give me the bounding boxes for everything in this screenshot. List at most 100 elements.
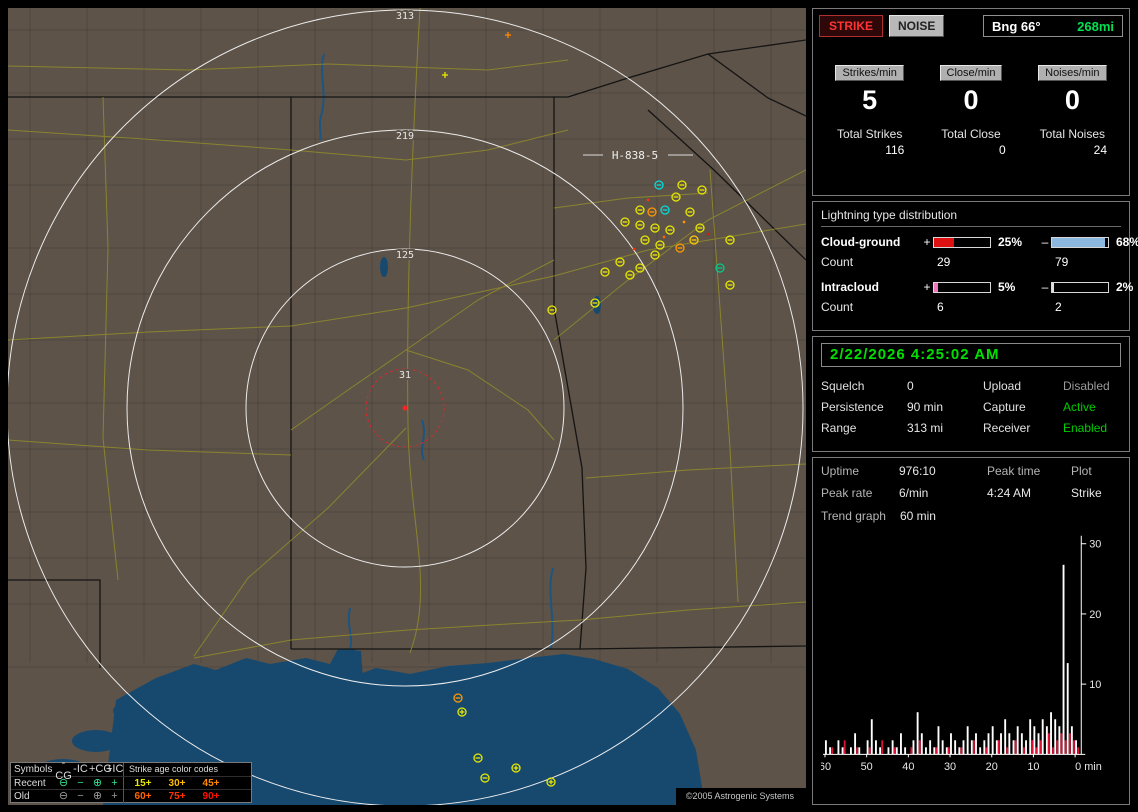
ic-minus-percent: 2% (1116, 280, 1134, 294)
trend-bar (979, 747, 982, 755)
minus-icon: − (77, 776, 84, 789)
age-90: 90+ (202, 790, 220, 802)
trend-bar (910, 747, 913, 755)
trend-bar (900, 733, 902, 755)
ring-label-313: 313 (396, 11, 414, 22)
x-tick-label: 10 (1027, 761, 1039, 773)
trend-bar (1050, 712, 1052, 755)
trend-bar (916, 712, 919, 755)
trend-bar (1000, 733, 1002, 755)
range-value: 313 mi (907, 421, 944, 435)
ic-plus-bar (933, 281, 991, 293)
trend-bar (887, 747, 890, 755)
x-tick-label: 40 (902, 761, 914, 773)
circle-plus-icon: ⊕ (92, 789, 103, 802)
legend-header-row: Symbols -CG -IC +CG +IC Strike age color… (11, 757, 251, 782)
strike-marker (662, 235, 666, 239)
x-tick-label: 60 (821, 761, 831, 773)
count-label: Count (821, 300, 854, 314)
trend-bar (1075, 740, 1077, 755)
trend-graph-header: Trend graph 60 min (821, 509, 1121, 523)
trend-bar (962, 740, 965, 755)
trend-bar (1031, 740, 1034, 755)
status-section: 2/22/2026 4:25:02 AM Squelch 0 Upload Di… (812, 336, 1130, 452)
trend-bar (837, 740, 840, 755)
ic-minus-bar (1051, 281, 1109, 293)
bearing-distance: 268mi (1077, 18, 1114, 34)
trend-bar (1004, 719, 1007, 755)
trend-bar (1039, 740, 1042, 755)
trend-bar (1006, 747, 1009, 755)
peak-rate-label: Peak rate (821, 486, 873, 500)
noise-mode-button[interactable]: NOISE (889, 15, 945, 37)
trend-bar (866, 740, 869, 755)
noises-per-min-button[interactable]: Noises/min (1038, 65, 1107, 81)
age-30: 30+ (168, 777, 186, 789)
trend-bar (991, 726, 994, 755)
mode-toolbar: STRIKE NOISE Bng 66° 268mi (819, 15, 1123, 37)
stats-grid: Uptime 976:10 Peak time Plot Peak rate 6… (821, 464, 1121, 500)
cg-minus-count: 79 (1055, 255, 1069, 269)
trend-bar (1077, 747, 1080, 755)
squelch-label: Squelch (821, 379, 865, 393)
rates-grid: Strikes/min 5 Total Strikes 116 Close/mi… (819, 65, 1123, 157)
legend-symbols-title: Symbols (14, 764, 53, 775)
x-tick-label: 20 (986, 761, 998, 773)
plot-label: Plot (1071, 464, 1092, 478)
ic-plus-count: 6 (937, 300, 944, 314)
y-tick-label: 20 (1089, 609, 1101, 621)
trend-bar (925, 747, 927, 755)
upload-label: Upload (983, 379, 1022, 393)
trend-bar (1066, 663, 1069, 755)
minus-icon: − (77, 789, 84, 802)
ring-label-31: 31 (399, 370, 411, 381)
trend-bar (1037, 733, 1040, 755)
trend-bar (1041, 719, 1044, 755)
copyright-notice: ©2005 Astrogenic Systems (675, 788, 806, 805)
strike-mode-button[interactable]: STRIKE (819, 15, 884, 37)
trend-bar (937, 726, 940, 755)
strike-marker (706, 232, 710, 236)
age-15: 15+ (134, 777, 152, 789)
trend-bar (958, 747, 961, 755)
x-tick-label: 50 (861, 761, 873, 773)
distribution-section: Lightning type distribution Cloud-ground… (812, 201, 1138, 331)
age-60: 60+ (134, 790, 152, 802)
plus-sign: + (923, 280, 931, 294)
trend-bar (933, 747, 936, 755)
cloud-ground-count-row: Count 29 79 (821, 252, 1121, 272)
y-tick-label: 10 (1089, 679, 1101, 691)
trend-bar (966, 726, 969, 755)
trend-bar (1068, 733, 1071, 755)
trend-bar (1052, 747, 1055, 755)
trend-bar (904, 747, 907, 755)
ring-label-125: 125 (396, 250, 414, 261)
trend-bar (1054, 719, 1057, 755)
trend-bar (870, 719, 873, 755)
close-per-min-value: 0 (963, 85, 979, 115)
range-label: Range (821, 421, 857, 435)
trend-bar (1029, 719, 1032, 755)
intracloud-count-row: Count 6 2 (821, 297, 1121, 317)
trend-bar (1025, 740, 1027, 755)
trend-bar (824, 740, 827, 755)
trend-bar (881, 740, 884, 755)
circle-minus-icon: ⊖ (58, 789, 69, 802)
upload-status: Disabled (1063, 379, 1110, 393)
minus-sign: – (1041, 235, 1049, 249)
trend-bar (941, 740, 944, 755)
receiver-location-marker (402, 405, 408, 411)
trend-graph: 10 20 30 60 50 40 30 20 10 0 min (821, 535, 1102, 773)
trend-bar (1064, 740, 1067, 755)
trend-bar (1016, 726, 1019, 755)
receiver-status: Enabled (1063, 421, 1108, 435)
uptime-label: Uptime (821, 464, 860, 478)
lightning-map[interactable]: H-838-5 313 219 125 31 Symbols -CG -IC +CG … (8, 8, 806, 805)
cg-plus-count: 29 (937, 255, 951, 269)
cg-minus-bar (1051, 236, 1109, 248)
strikes-per-min-button[interactable]: Strikes/min (835, 65, 904, 81)
strike-marker (682, 220, 686, 224)
close-per-min-button[interactable]: Close/min (939, 65, 1003, 81)
age-75: 75+ (168, 790, 186, 802)
trend-bar (1008, 733, 1011, 755)
